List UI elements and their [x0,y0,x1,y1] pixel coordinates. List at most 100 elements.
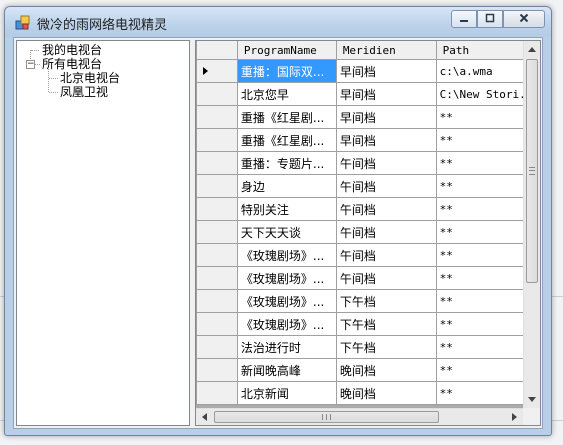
current-row-arrow-icon [203,67,208,75]
table-row[interactable]: 新闻晚高峰 晚间档 ** [196,358,540,382]
scrollbar-corner [523,408,540,425]
row-header[interactable] [196,289,238,313]
scroll-right-button[interactable] [506,409,523,425]
table-row[interactable]: 《玫瑰剧场》... 午间档 ** [196,243,540,267]
row-header[interactable] [196,358,238,382]
cell-programname[interactable]: 天下天天谈 [236,220,337,244]
scroll-left-button[interactable] [196,409,213,425]
cell-programname[interactable]: 重播《红星剧... [236,105,337,129]
tree-connector [31,50,39,52]
row-header[interactable] [196,243,238,267]
maximize-icon [485,13,495,26]
tree-node-my-tv[interactable]: 我的电视台 [42,43,102,57]
tree-connector [48,69,50,92]
cell-meridien[interactable]: 下午档 [335,312,437,336]
column-header-programname[interactable]: ProgramName [236,41,337,60]
row-header[interactable] [196,174,238,198]
cell-programname[interactable]: 重播：国际双... [236,59,337,83]
cell-meridien[interactable]: 晚间档 [335,381,437,405]
scroll-down-button[interactable] [524,391,540,408]
client-area: 我的电视台 − 所有电视台 北京电视台 凤凰卫视 ProgramName Mer… [13,37,543,429]
cell-meridien[interactable]: 早间档 [335,59,437,83]
cell-meridien[interactable]: 下午档 [335,289,437,313]
table-row[interactable]: 北京新闻 晚间档 ** [196,381,540,405]
row-header[interactable] [196,220,238,244]
cell-programname[interactable]: 重播《红星剧... [236,128,337,152]
scroll-up-arrow-icon [528,47,536,52]
scroll-up-button[interactable] [524,41,540,58]
horizontal-scrollbar[interactable] [196,408,523,425]
row-header[interactable] [196,312,238,336]
vertical-scroll-thumb[interactable] [526,59,538,283]
cell-meridien[interactable]: 午间档 [335,220,437,244]
grid-corner-header[interactable] [196,41,238,60]
cell-programname[interactable]: 《玫瑰剧场》... [236,266,337,290]
table-row[interactable]: 重播《红星剧... 早间档 ** [196,128,540,152]
window-title: 微冷的雨网络电视精灵 [37,18,168,33]
tree-node-all-tv[interactable]: 所有电视台 [42,57,102,71]
title-bar[interactable]: 微冷的雨网络电视精灵 [5,7,551,37]
cell-programname[interactable]: 北京新闻 [236,381,337,405]
cell-programname[interactable]: 新闻晚高峰 [236,358,337,382]
row-header[interactable] [196,151,238,175]
cell-programname[interactable]: 北京您早 [236,82,337,106]
cell-meridien[interactable]: 午间档 [335,151,437,175]
table-row[interactable]: 天下天天谈 午间档 ** [196,220,540,244]
cell-meridien[interactable]: 午间档 [335,197,437,221]
row-header[interactable] [196,266,238,290]
minimize-button[interactable] [451,10,477,28]
table-row[interactable]: 特别关注 午间档 ** [196,197,540,221]
table-row[interactable]: 重播：专题片... 午间档 ** [196,151,540,175]
maximize-button[interactable] [477,10,503,28]
row-header[interactable] [196,335,238,359]
collapse-icon[interactable]: − [26,60,35,69]
vertical-scrollbar[interactable] [523,41,540,408]
close-button[interactable] [503,10,545,28]
row-header[interactable] [196,128,238,152]
grip-icon [529,167,535,175]
table-row[interactable]: 《玫瑰剧场》... 下午档 ** [196,289,540,313]
program-grid[interactable]: ProgramName Meridien Path 重播：国际双... 早间档 c:… [195,40,541,426]
caption-buttons [451,10,545,28]
row-header[interactable] [196,105,238,129]
table-row[interactable]: 《玫瑰剧场》... 午间档 ** [196,266,540,290]
grip-icon [322,414,331,420]
row-header[interactable] [196,197,238,221]
cell-programname[interactable]: 法治进行时 [236,335,337,359]
close-icon [519,13,529,26]
table-row[interactable]: 重播《红星剧... 早间档 ** [196,105,540,129]
cell-meridien[interactable]: 下午档 [335,335,437,359]
cell-meridien[interactable]: 午间档 [335,174,437,198]
table-row[interactable]: 身边 午间档 ** [196,174,540,198]
cell-programname[interactable]: 身边 [236,174,337,198]
column-header-meridien[interactable]: Meridien [335,41,437,60]
horizontal-scroll-thumb[interactable] [214,411,439,423]
program-table: ProgramName Meridien Path 重播：国际双... 早间档 c:… [196,41,540,405]
scroll-down-arrow-icon [528,397,536,402]
app-window-icon [15,15,31,31]
cell-programname[interactable]: 重播：专题片... [236,151,337,175]
cell-programname[interactable]: 《玫瑰剧场》... [236,312,337,336]
row-header[interactable] [196,82,238,106]
cell-meridien[interactable]: 早间档 [335,128,437,152]
row-header[interactable] [196,59,238,83]
cell-meridien[interactable]: 午间档 [335,243,437,267]
tree-node-phoenix-tv[interactable]: 凤凰卫视 [60,85,108,99]
row-header[interactable] [196,381,238,405]
cell-meridien[interactable]: 午间档 [335,266,437,290]
minimize-icon [459,13,469,26]
tree-node-beijing-tv[interactable]: 北京电视台 [60,71,120,85]
cell-programname[interactable]: 特别关注 [236,197,337,221]
table-row[interactable]: 《玫瑰剧场》... 下午档 ** [196,312,540,336]
table-row[interactable]: 北京您早 早间档 C:\New Stori... [196,82,540,106]
cell-programname[interactable]: 《玫瑰剧场》... [236,243,337,267]
table-row[interactable]: 重播：国际双... 早间档 c:\a.wma [196,59,540,83]
cell-meridien[interactable]: 早间档 [335,82,437,106]
cell-meridien[interactable]: 晚间档 [335,358,437,382]
cell-programname[interactable]: 《玫瑰剧场》... [236,289,337,313]
table-row[interactable]: 法治进行时 下午档 ** [196,335,540,359]
scroll-left-arrow-icon [202,413,207,421]
channel-tree[interactable]: 我的电视台 − 所有电视台 北京电视台 凤凰卫视 [16,40,190,426]
cell-meridien[interactable]: 早间档 [335,105,437,129]
tree-connector [49,92,58,94]
